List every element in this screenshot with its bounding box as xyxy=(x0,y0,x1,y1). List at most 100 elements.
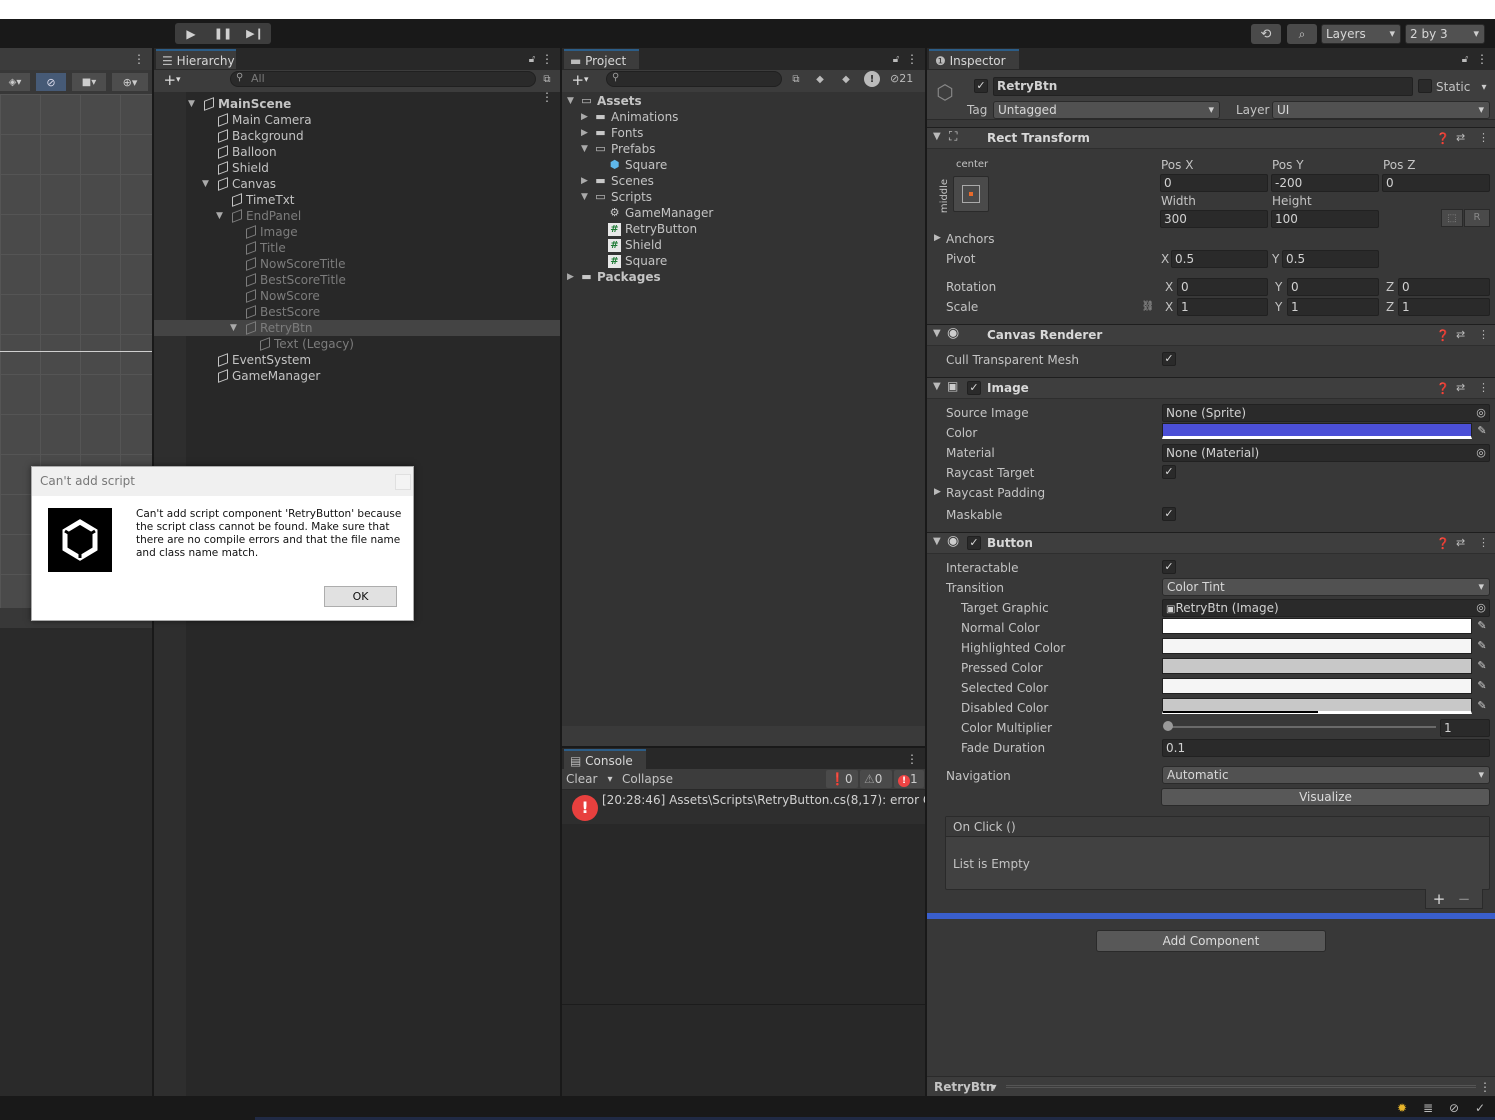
object-name-field[interactable]: RetryBtn xyxy=(993,77,1413,96)
check-icon[interactable]: ✓ xyxy=(1472,1100,1488,1116)
scale-z-field[interactable]: 1 xyxy=(1398,298,1490,316)
inspector-footer-name[interactable]: RetryBtn xyxy=(934,1079,994,1095)
more-options-icon[interactable]: ⋮ xyxy=(132,51,146,67)
eyedropper-icon[interactable]: ✎ xyxy=(1475,619,1489,633)
foldout-chevron-down-icon[interactable]: ▼ xyxy=(933,381,941,392)
maskable-checkbox[interactable]: ✓ xyxy=(1162,507,1176,521)
more-options-icon[interactable]: ⋮ xyxy=(541,51,553,67)
help-icon[interactable]: ❓ xyxy=(1436,329,1450,342)
add-icon[interactable]: + ▾ xyxy=(566,70,594,90)
eyedropper-icon[interactable]: ✎ xyxy=(1475,699,1489,713)
hierarchy-item[interactable]: Main Camera xyxy=(216,112,312,128)
dialog-ok-button[interactable]: OK xyxy=(324,586,397,607)
project-item[interactable]: ▶ ▬ Scenes xyxy=(581,173,654,189)
fade-duration-field[interactable]: 0.1 xyxy=(1162,739,1490,757)
camera-icon[interactable]: ■▾ xyxy=(72,73,106,91)
color-multiplier-field[interactable]: 1 xyxy=(1440,719,1490,737)
scale-x-field[interactable]: 1 xyxy=(1177,298,1268,316)
presets-icon[interactable]: ⇄ xyxy=(1456,381,1465,394)
hierarchy-item[interactable]: Shield xyxy=(216,160,269,176)
visualize-button[interactable]: Visualize xyxy=(1161,788,1490,806)
lock-icon[interactable]: 🔓︎ xyxy=(890,52,902,66)
foldout-chevron-down-icon[interactable]: ▼ xyxy=(216,208,223,224)
pos-y-field[interactable]: -200 xyxy=(1271,174,1379,192)
step-icon[interactable]: ▶❙ xyxy=(240,23,270,44)
pivot-y-field[interactable]: 0.5 xyxy=(1282,250,1379,268)
draw-mode-icon[interactable]: ◈▾ xyxy=(0,73,30,91)
interactable-checkbox[interactable]: ✓ xyxy=(1162,560,1176,574)
hierarchy-item[interactable]: BestScoreTitle xyxy=(244,272,346,288)
canvas-renderer-header[interactable]: ▼ ◉ Canvas Renderer ❓ ⇄ ⋮ xyxy=(927,324,1495,346)
material-field[interactable]: None (Material) xyxy=(1162,444,1490,462)
hierarchy-item[interactable]: EventSystem xyxy=(216,352,311,368)
object-picker-icon[interactable]: ◎ xyxy=(1474,600,1488,614)
blueprint-mode-icon[interactable]: ⬚ xyxy=(1441,209,1463,227)
more-options-icon[interactable]: ⋮ xyxy=(1476,51,1488,67)
static-checkbox[interactable] xyxy=(1418,79,1432,93)
footer-chevron-down-icon[interactable]: ▾ xyxy=(988,1079,1000,1095)
dialog-close-button[interactable] xyxy=(395,474,411,490)
project-item[interactable]: ▼ ▭ Prefabs xyxy=(581,141,656,157)
raycast-padding-foldout-icon[interactable]: ▶ xyxy=(934,487,941,497)
rotation-y-field[interactable]: 0 xyxy=(1287,278,1379,296)
scene-search-icon[interactable]: ⧉ xyxy=(540,72,554,86)
console-entry[interactable]: ! [20:28:46] Assets\Scripts\RetryButton.… xyxy=(562,790,925,824)
transition-dropdown[interactable]: Color Tint xyxy=(1162,578,1490,596)
foldout-chevron-right-icon[interactable]: ▶ xyxy=(567,269,574,285)
project-item[interactable]: ⚙ GameManager xyxy=(608,205,714,221)
gizmo-icon[interactable]: ⊕▾ xyxy=(112,73,148,91)
project-search[interactable]: ⚲ xyxy=(606,71,782,87)
gameobject-cube-icon[interactable]: ⬡ xyxy=(933,78,957,106)
more-options-icon[interactable]: ⋮ xyxy=(1478,131,1489,144)
image-enabled-checkbox[interactable]: ✓ xyxy=(967,381,981,395)
hierarchy-item[interactable]: ▼ RetryBtn xyxy=(230,320,312,336)
tag-dropdown[interactable]: Untagged xyxy=(993,101,1220,119)
project-item[interactable]: # Square xyxy=(608,253,667,269)
hierarchy-item[interactable]: ▼ EndPanel xyxy=(216,208,301,224)
network-icon[interactable]: ⊘ xyxy=(1446,1100,1462,1116)
pause-icon[interactable]: ❚❚ xyxy=(208,23,238,44)
hierarchy-item[interactable]: ▼ MainScene xyxy=(188,96,291,112)
more-options-icon[interactable]: ⋮ xyxy=(1478,381,1489,394)
eyedropper-icon[interactable]: ✎ xyxy=(1475,659,1489,673)
filter-type-icon[interactable]: ◆ xyxy=(812,72,828,86)
raw-edit-button[interactable]: R xyxy=(1464,209,1490,227)
project-item[interactable]: ▶ ▬ Packages xyxy=(567,269,661,285)
raycast-padding-label[interactable]: Raycast Padding xyxy=(946,485,1045,501)
add-event-icon[interactable]: + xyxy=(1430,890,1448,908)
foldout-chevron-down-icon[interactable]: ▼ xyxy=(202,176,209,192)
hierarchy-search[interactable]: ⚲ All xyxy=(230,71,536,87)
project-item[interactable]: # Shield xyxy=(608,237,662,253)
history-icon[interactable]: ⟲ xyxy=(1251,24,1281,44)
image-header[interactable]: ▼ ▣ ✓ Image ❓ ⇄ ⋮ xyxy=(927,377,1495,399)
hierarchy-item[interactable]: Title xyxy=(244,240,286,256)
static-chevron-down-icon[interactable]: ▾ xyxy=(1478,79,1490,95)
tab-console[interactable]: ▤ Console xyxy=(564,749,646,769)
foldout-chevron-down-icon[interactable]: ▼ xyxy=(933,328,941,339)
layer-dropdown[interactable]: UI xyxy=(1272,101,1490,119)
raycast-target-checkbox[interactable]: ✓ xyxy=(1162,465,1176,479)
info-toggle[interactable]: ❗0 xyxy=(826,770,858,788)
constrain-proportions-icon[interactable]: ⛓ xyxy=(1141,299,1155,313)
hierarchy-item[interactable]: ▼ Canvas xyxy=(202,176,276,192)
cull-transparent-mesh-checkbox[interactable]: ✓ xyxy=(1162,352,1176,366)
highlighted-color-swatch[interactable] xyxy=(1162,638,1472,654)
hierarchy-item[interactable]: Balloon xyxy=(216,144,277,160)
more-options-icon[interactable]: ⋮ xyxy=(1479,1079,1491,1095)
warning-toggle[interactable]: ⚠0 xyxy=(860,770,892,788)
height-field[interactable]: 100 xyxy=(1271,210,1379,228)
project-item[interactable]: ⬢ Square xyxy=(608,157,668,173)
footer-resize-handle[interactable] xyxy=(1006,1085,1476,1088)
debug-icon[interactable]: ✹ xyxy=(1394,1100,1410,1116)
foldout-chevron-right-icon[interactable]: ▶ xyxy=(581,109,588,125)
object-picker-icon[interactable]: ◎ xyxy=(1474,405,1488,419)
filter-label-icon[interactable]: ◆ xyxy=(838,72,854,86)
layout-dropdown[interactable]: 2 by 3 xyxy=(1405,24,1485,44)
add-icon[interactable]: + ▾ xyxy=(158,70,186,90)
width-field[interactable]: 300 xyxy=(1160,210,1268,228)
more-options-icon[interactable]: ⋮ xyxy=(906,751,918,767)
presets-icon[interactable]: ⇄ xyxy=(1456,131,1465,144)
pos-z-field[interactable]: 0 xyxy=(1382,174,1490,192)
foldout-chevron-down-icon[interactable]: ▼ xyxy=(933,536,941,547)
foldout-chevron-down-icon[interactable]: ▼ xyxy=(581,189,588,205)
